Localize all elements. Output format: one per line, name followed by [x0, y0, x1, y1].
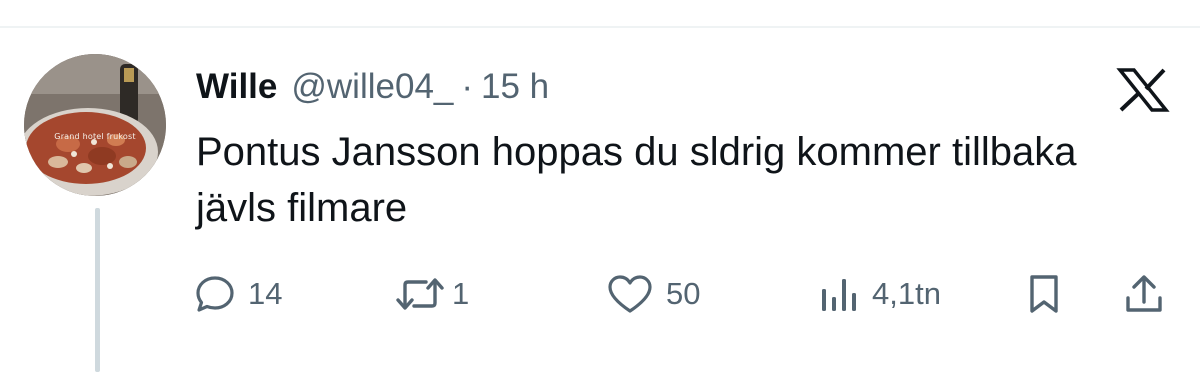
views-button[interactable]: 4,1tn — [818, 268, 941, 320]
share-button[interactable] — [1122, 268, 1166, 320]
repost-button[interactable]: 1 — [394, 268, 469, 320]
repost-arrows-icon — [396, 278, 444, 310]
reply-count: 14 — [248, 276, 283, 311]
share-upload-icon — [1126, 275, 1162, 312]
timestamp[interactable]: 15 h — [481, 67, 549, 107]
tweet-text: Pontus Jansson hoppas du sldrig kommer t… — [196, 130, 1077, 230]
action-bar: 14 1 50 4,1tn — [0, 268, 1200, 320]
speech-bubble-icon — [196, 276, 234, 312]
tweet-header: Wille @wille04_ · 15 h — [196, 64, 549, 110]
bookmark-icon — [1030, 275, 1058, 313]
avatar[interactable]: Grand hotel frukost — [24, 54, 166, 196]
x-logo-icon — [1116, 68, 1170, 112]
heart-icon — [608, 275, 652, 313]
display-name[interactable]: Wille — [196, 67, 277, 107]
reply-button[interactable]: 14 — [194, 268, 282, 320]
top-divider — [0, 26, 1200, 28]
separator-dot: · — [461, 67, 474, 106]
avatar-caption: Grand hotel frukost — [54, 132, 136, 141]
avatar-photo — [24, 54, 166, 196]
repost-count: 1 — [452, 276, 470, 311]
view-count: 4,1tn — [872, 276, 941, 311]
bookmark-button[interactable] — [1024, 268, 1064, 320]
like-count: 50 — [666, 276, 701, 311]
like-button[interactable]: 50 — [606, 268, 700, 320]
user-handle[interactable]: @wille04_ — [291, 67, 453, 107]
bar-chart-icon — [822, 279, 856, 311]
